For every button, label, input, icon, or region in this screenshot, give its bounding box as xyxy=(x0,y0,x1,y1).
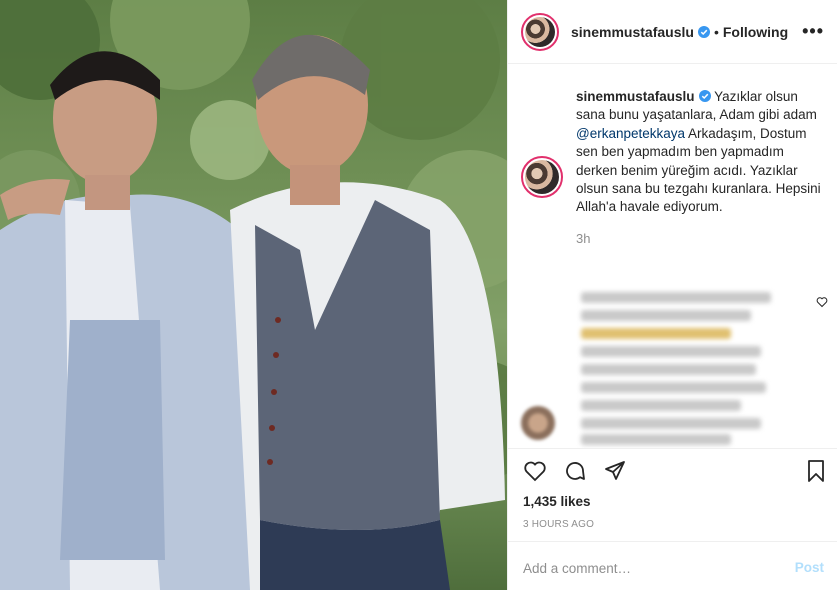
post-header: sinemmustafauslu • Following ••• xyxy=(508,0,837,64)
caption-username[interactable]: sinemmustafauslu xyxy=(576,89,695,104)
likes-count[interactable]: 1,435 likes xyxy=(523,494,591,509)
following-button[interactable]: Following xyxy=(723,24,788,40)
caption: sinemmustafauslu Yazıklar olsun sana bun… xyxy=(521,88,826,246)
blurred-comment xyxy=(521,288,828,448)
author-username[interactable]: sinemmustafauslu xyxy=(571,24,694,40)
verified-badge-icon xyxy=(698,90,711,102)
post-photo[interactable] xyxy=(0,0,507,590)
heart-icon[interactable] xyxy=(523,459,547,483)
comment-icon[interactable] xyxy=(563,459,587,483)
post-timestamp: 3 HOURS AGO xyxy=(523,519,595,530)
bookmark-icon[interactable] xyxy=(804,459,828,483)
verified-badge-icon xyxy=(697,25,710,38)
caption-text: sinemmustafauslu Yazıklar olsun sana bun… xyxy=(576,88,821,217)
post-image xyxy=(0,0,507,590)
add-comment-bar: Post xyxy=(508,541,837,590)
post-comment-button[interactable]: Post xyxy=(795,560,824,575)
post-sidebar: sinemmustafauslu • Following ••• sinemmu… xyxy=(507,0,837,590)
share-icon[interactable] xyxy=(603,459,627,483)
author-avatar[interactable] xyxy=(521,12,559,51)
more-options-icon[interactable]: ••• xyxy=(802,22,824,40)
caption-avatar[interactable] xyxy=(521,156,563,198)
caption-mention[interactable]: @erkanpetekkaya xyxy=(576,126,685,141)
action-bar: 1,435 likes 3 HOURS AGO Post xyxy=(508,448,837,590)
small-heart-icon[interactable] xyxy=(816,296,828,308)
header-separator: • xyxy=(713,23,719,40)
comment-input[interactable] xyxy=(523,558,773,578)
commenter-avatar[interactable] xyxy=(521,406,555,440)
caption-relative-time[interactable]: 3h xyxy=(576,231,826,246)
